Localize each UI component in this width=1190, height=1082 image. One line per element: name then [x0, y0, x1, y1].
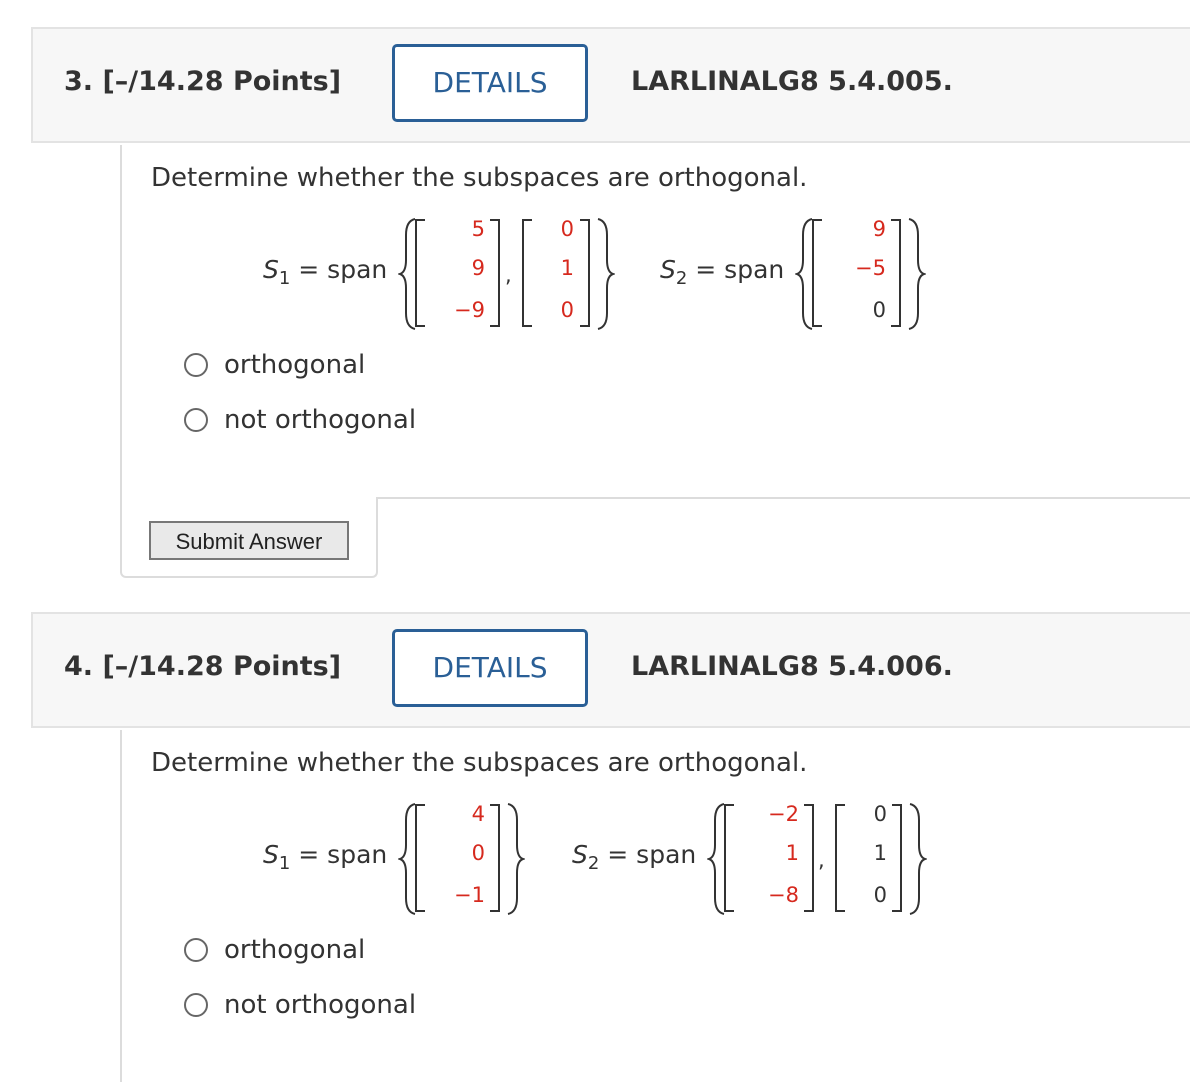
question-3-book-code: LARLINALG8 5.4.005.	[631, 66, 953, 97]
s1-v1-entry-1: 5	[471, 217, 485, 241]
question-4-prompt: Determine whether the subspaces are orth…	[151, 748, 808, 778]
s1-v2-entry-1: 0	[560, 217, 574, 241]
s1-vector1-right-bracket-icon	[490, 219, 500, 327]
s1-symbol: S	[263, 255, 279, 284]
s2-vector1-right-bracket-icon	[891, 219, 901, 327]
question-4-number: 4. [–/14.28 Points]	[64, 651, 342, 682]
s2-v1-entry-3: −8	[768, 883, 799, 907]
question-4-book-code: LARLINALG8 5.4.006.	[631, 651, 953, 682]
question-3-header: 3. [–/14.28 Points] DETAILS LARLINALG8 5…	[31, 27, 1190, 143]
s1-label: S1 = span	[263, 840, 387, 874]
question-4-body: Determine whether the subspaces are orth…	[120, 730, 1190, 1082]
option-label: orthogonal	[224, 935, 366, 965]
option-label: not orthogonal	[224, 405, 417, 435]
s2-v1-entry-1: −2	[768, 802, 799, 826]
question-3-footer	[120, 560, 378, 578]
question-4-math: S1 = span 4 0 −1 S2 = span −2 1 −8 , 0 1…	[122, 800, 1022, 930]
s1-v1-entry-2: 0	[471, 841, 485, 865]
s2-v2-entry-3: 0	[873, 883, 887, 907]
radio-unchecked-icon[interactable]	[184, 408, 208, 432]
s2-label: S2 = span	[660, 255, 784, 289]
radio-unchecked-icon[interactable]	[184, 993, 208, 1017]
s2-subscript: 2	[675, 268, 688, 289]
s1-span-word: = span	[290, 840, 388, 869]
divider	[376, 497, 1190, 499]
s1-symbol: S	[263, 840, 279, 869]
s1-v1-entry-2: 9	[471, 256, 485, 280]
option-label: not orthogonal	[224, 990, 417, 1020]
s1-vector-comma: ,	[505, 263, 512, 287]
s2-symbol: S	[660, 255, 676, 284]
s2-symbol: S	[572, 840, 588, 869]
s1-vector2-left-bracket-icon	[522, 219, 532, 327]
s1-right-brace-icon	[597, 218, 615, 330]
s2-vector-comma: ,	[818, 848, 825, 872]
question-4-details-button[interactable]: DETAILS	[392, 629, 588, 707]
s1-v1-entry-3: −1	[454, 883, 485, 907]
s2-vector1-left-bracket-icon	[812, 219, 822, 327]
question-3-math: S1 = span 5 9 −9 , 0 1 0 S2 = span 9 −5	[122, 215, 1022, 345]
s2-v2-entry-2: 1	[873, 841, 887, 865]
s2-v1-entry-3: 0	[872, 298, 886, 322]
s2-right-brace-icon	[909, 803, 927, 915]
s2-span-word: = span	[599, 840, 697, 869]
s1-v1-entry-3: −9	[454, 298, 485, 322]
s1-vector1-left-bracket-icon	[415, 219, 425, 327]
divider	[376, 497, 378, 567]
option-orthogonal-q3[interactable]: orthogonal	[184, 348, 365, 382]
s2-vector1-left-bracket-icon	[724, 804, 734, 912]
s2-right-brace-icon	[908, 218, 926, 330]
question-3-body: Determine whether the subspaces are orth…	[120, 145, 1190, 563]
question-3-details-button[interactable]: DETAILS	[392, 44, 588, 122]
s1-v2-entry-3: 0	[560, 298, 574, 322]
s2-v2-entry-1: 0	[873, 802, 887, 826]
s2-vector2-right-bracket-icon	[892, 804, 902, 912]
s2-v1-entry-1: 9	[872, 217, 886, 241]
option-not-orthogonal-q3[interactable]: not orthogonal	[184, 403, 416, 437]
option-orthogonal-q4[interactable]: orthogonal	[184, 933, 365, 967]
s1-subscript: 1	[278, 853, 291, 874]
s1-label: S1 = span	[263, 255, 387, 289]
s2-vector2-left-bracket-icon	[835, 804, 845, 912]
radio-unchecked-icon[interactable]	[184, 353, 208, 377]
s1-subscript: 1	[278, 268, 291, 289]
option-not-orthogonal-q4[interactable]: not orthogonal	[184, 988, 416, 1022]
question-3-number: 3. [–/14.28 Points]	[64, 66, 342, 97]
s2-span-word: = span	[687, 255, 785, 284]
s2-subscript: 2	[587, 853, 600, 874]
s2-v1-entry-2: 1	[785, 841, 799, 865]
s2-v1-entry-2: −5	[855, 256, 886, 280]
s1-vector1-right-bracket-icon	[490, 804, 500, 912]
s1-v1-entry-1: 4	[471, 802, 485, 826]
submit-answer-button[interactable]: Submit Answer	[149, 521, 349, 560]
option-label: orthogonal	[224, 350, 366, 380]
s1-v2-entry-2: 1	[560, 256, 574, 280]
question-4-header: 4. [–/14.28 Points] DETAILS LARLINALG8 5…	[31, 612, 1190, 728]
s2-label: S2 = span	[572, 840, 696, 874]
radio-unchecked-icon[interactable]	[184, 938, 208, 962]
s2-vector1-right-bracket-icon	[804, 804, 814, 912]
question-3-prompt: Determine whether the subspaces are orth…	[151, 163, 808, 193]
s1-vector2-right-bracket-icon	[580, 219, 590, 327]
s1-right-brace-icon	[507, 803, 525, 915]
s1-vector1-left-bracket-icon	[415, 804, 425, 912]
s1-span-word: = span	[290, 255, 388, 284]
